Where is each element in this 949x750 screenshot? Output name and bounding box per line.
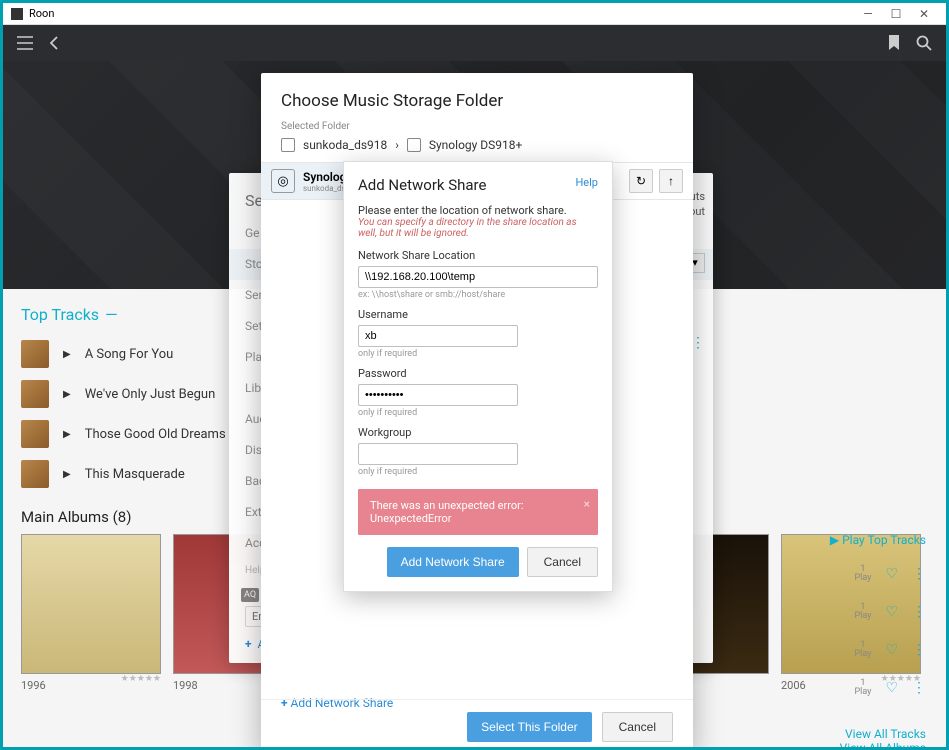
up-folder-button[interactable]: ↑ (659, 169, 683, 193)
play-icon[interactable]: ▶ (63, 349, 71, 360)
track-cover-art (21, 380, 49, 408)
password-input[interactable] (358, 384, 518, 406)
back-button[interactable] (49, 36, 59, 50)
refresh-button[interactable]: ↻ (629, 169, 653, 193)
star-rating: ★★★★★ (121, 674, 161, 684)
network-location-input[interactable] (358, 266, 598, 288)
more-icon[interactable]: ⋮ (912, 642, 926, 658)
favorite-icon[interactable]: ♡ (885, 604, 898, 620)
workgroup-hint: only if required (358, 467, 598, 477)
breadcrumb-item[interactable]: sunkoda_ds918 (303, 138, 387, 152)
cancel-button[interactable]: Cancel (602, 712, 673, 742)
album-cover-art (21, 534, 161, 674)
track-title: This Masquerade (85, 467, 185, 482)
dialog-title: Add Network Share (358, 176, 598, 194)
track-title: A Song For You (85, 347, 174, 362)
add-network-share-button[interactable]: Add Network Share (387, 547, 519, 577)
play-count: 1Play (854, 565, 871, 583)
app-icon (11, 8, 23, 20)
breadcrumb: sunkoda_ds918 › Synology DS918+ (261, 132, 693, 162)
hamburger-menu-icon[interactable] (17, 36, 33, 50)
window-titlebar: Roon — ☐ ✕ (3, 3, 946, 25)
badge-icon: AQ (241, 588, 259, 602)
dialog-hint: You can specify a directory in the share… (358, 217, 598, 239)
more-icon[interactable]: ⋮ (912, 566, 926, 582)
password-hint: only if required (358, 408, 598, 418)
device-icon: ◎ (271, 169, 295, 193)
app-title: Roon (29, 7, 54, 20)
window-minimize-button[interactable]: — (854, 7, 882, 21)
window-close-button[interactable]: ✕ (910, 7, 938, 21)
window-maximize-button[interactable]: ☐ (882, 7, 910, 21)
dialog-instruction: Please enter the location of network sha… (358, 204, 598, 217)
play-top-tracks-button[interactable]: ▶ Play Top Tracks (830, 533, 926, 547)
collapse-icon[interactable]: — (105, 305, 118, 324)
network-location-hint: ex: \\host\share or smb://host/share (358, 290, 598, 300)
username-label: Username (358, 308, 598, 321)
workgroup-label: Workgroup (358, 426, 598, 439)
track-cover-art (21, 340, 49, 368)
play-icon[interactable]: ▶ (63, 429, 71, 440)
chevron-right-icon: › (395, 138, 399, 152)
favorite-icon[interactable]: ♡ (885, 566, 898, 582)
view-all-tracks-link[interactable]: View All Tracks (840, 727, 926, 741)
track-title: We've Only Just Begun (85, 387, 216, 402)
bookmark-icon[interactable] (888, 35, 900, 51)
plus-icon: + (245, 637, 252, 651)
username-input[interactable] (358, 325, 518, 347)
workgroup-input[interactable] (358, 443, 518, 465)
more-icon[interactable]: ⋮ (912, 680, 926, 696)
play-count: 1Play (854, 641, 871, 659)
add-network-share-dialog: Add Network Share Help Please enter the … (343, 161, 613, 592)
favorite-icon[interactable]: ♡ (885, 680, 898, 696)
play-icon[interactable]: ▶ (63, 389, 71, 400)
network-location-label: Network Share Location (358, 249, 598, 262)
more-icon[interactable]: ⋮ (912, 604, 926, 620)
track-title: Those Good Old Dreams (85, 427, 226, 442)
view-all-albums-link[interactable]: View All Albums (840, 741, 926, 747)
modal-title: Choose Music Storage Folder (261, 91, 693, 121)
username-hint: only if required (358, 349, 598, 359)
breadcrumb-item[interactable]: Synology DS918+ (429, 138, 522, 152)
selected-folder-label: Selected Folder (261, 121, 693, 132)
nas-icon (281, 138, 295, 152)
track-cover-art (21, 420, 49, 448)
help-link[interactable]: Help (575, 176, 598, 189)
search-icon[interactable] (916, 35, 932, 51)
favorite-icon[interactable]: ♡ (885, 642, 898, 658)
select-folder-button[interactable]: Select This Folder (467, 712, 592, 742)
cancel-button[interactable]: Cancel (527, 547, 598, 577)
play-icon[interactable]: ▶ (63, 469, 71, 480)
password-label: Password (358, 367, 598, 380)
play-count: 1Play (854, 603, 871, 621)
more-icon[interactable]: ⋮ (691, 335, 705, 351)
track-cover-art (21, 460, 49, 488)
error-message: There was an unexpected error: Unexpecte… (358, 489, 598, 535)
play-count: 1Play (854, 679, 871, 697)
dismiss-error-icon[interactable]: × (584, 497, 590, 511)
album-item[interactable]: 1996 ★★★★★ (21, 534, 161, 693)
nas-icon (407, 138, 421, 152)
app-toolbar (3, 25, 946, 61)
